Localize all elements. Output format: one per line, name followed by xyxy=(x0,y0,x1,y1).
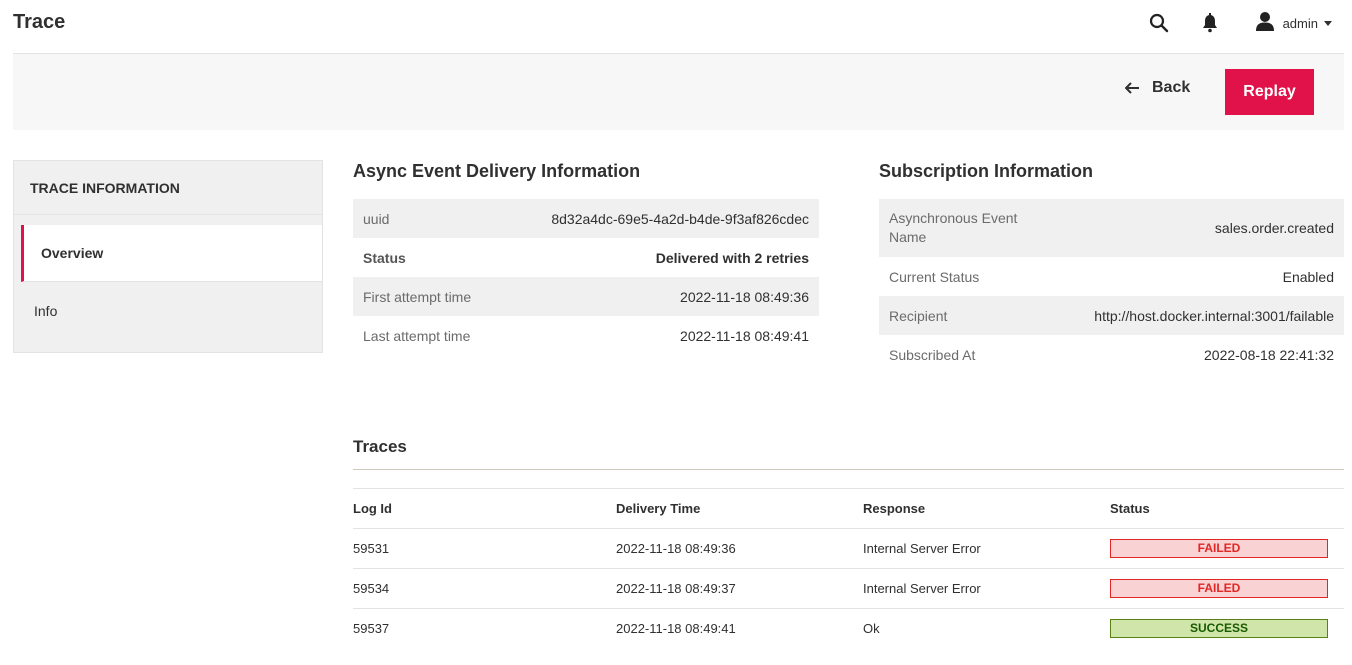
info-value: Enabled xyxy=(1282,268,1334,285)
chevron-down-icon xyxy=(1324,20,1332,26)
status-badge: SUCCESS xyxy=(1110,619,1328,639)
replay-button[interactable]: Replay xyxy=(1225,69,1314,115)
info-value: 8d32a4dc-69e5-4a2d-b4de-9f3af826cdec xyxy=(551,210,809,227)
back-button-label: Back xyxy=(1152,79,1191,96)
column-header-status[interactable]: Status xyxy=(1110,488,1344,529)
info-row-uuid: uuid 8d32a4dc-69e5-4a2d-b4de-9f3af826cde… xyxy=(353,199,819,238)
info-row-subscribed-at: Subscribed At 2022-08-18 22:41:32 xyxy=(879,335,1344,374)
info-row-first-attempt: First attempt time 2022-11-18 08:49:36 xyxy=(353,277,819,316)
delivery-time-cell: 2022-11-18 08:49:36 xyxy=(616,528,863,569)
sidebar-item-info[interactable]: Info xyxy=(14,282,322,352)
delivery-info-table: uuid 8d32a4dc-69e5-4a2d-b4de-9f3af826cde… xyxy=(353,199,819,355)
table-row[interactable]: 59531 2022-11-18 08:49:36 Internal Serve… xyxy=(353,528,1344,569)
subscription-info-table: Asynchronous Event Name sales.order.crea… xyxy=(879,199,1344,374)
status-cell: FAILED xyxy=(1110,568,1344,609)
back-button[interactable]: Back xyxy=(1125,79,1190,97)
info-row-status: Status Delivered with 2 retries xyxy=(353,238,819,277)
search-icon[interactable] xyxy=(1148,12,1170,34)
info-row-last-attempt: Last attempt time 2022-11-18 08:49:41 xyxy=(353,316,819,355)
sidebar-item-overview[interactable]: Overview xyxy=(21,225,322,282)
bell-icon[interactable] xyxy=(1199,12,1221,34)
column-header-delivery-time[interactable]: Delivery Time xyxy=(616,488,863,529)
sidebar: TRACE INFORMATION Overview Info xyxy=(13,160,323,353)
user-name: admin xyxy=(1282,15,1318,31)
log-id-cell: 59531 xyxy=(353,528,616,569)
subscription-info-title: Subscription Information xyxy=(879,161,1093,181)
log-id-cell: 59534 xyxy=(353,568,616,609)
info-label: Subscribed At xyxy=(889,346,976,363)
info-row-current-status: Current Status Enabled xyxy=(879,257,1344,296)
column-header-log-id[interactable]: Log Id xyxy=(353,488,616,529)
info-value: 2022-08-18 22:41:32 xyxy=(1204,346,1334,363)
user-menu[interactable]: admin xyxy=(1255,11,1332,36)
delivery-info-title: Async Event Delivery Information xyxy=(353,161,641,181)
response-cell: Internal Server Error xyxy=(863,528,1110,569)
page-actions-bar: Back Replay xyxy=(13,54,1344,130)
sidebar-spacer xyxy=(14,215,322,225)
info-row-recipient: Recipient http://host.docker.internal:30… xyxy=(879,296,1344,335)
user-icon xyxy=(1255,11,1275,36)
header-actions: admin xyxy=(1148,10,1332,36)
page-header: Trace admin xyxy=(13,0,1344,54)
table-row[interactable]: 59537 2022-11-18 08:49:41 Ok SUCCESS xyxy=(353,609,1344,649)
status-cell: FAILED xyxy=(1110,528,1344,569)
traces-divider xyxy=(353,469,1344,470)
log-id-cell: 59537 xyxy=(353,621,390,637)
arrow-left-icon xyxy=(1125,82,1139,94)
info-label: Asynchronous Event Name xyxy=(889,210,1018,245)
info-row-event-name: Asynchronous Event Name sales.order.crea… xyxy=(879,199,1344,257)
info-value: sales.order.created xyxy=(1214,220,1334,236)
delivery-time-cell: 2022-11-18 08:49:37 xyxy=(616,568,863,609)
delivery-time-cell: 2022-11-18 08:49:41 xyxy=(616,621,736,637)
info-label: First attempt time xyxy=(363,288,472,305)
info-value: http://host.docker.internal:3001/failabl… xyxy=(1094,307,1334,324)
info-label: Last attempt time xyxy=(363,327,471,344)
traces-title: Traces xyxy=(353,437,407,456)
info-value: 2022-11-18 08:49:36 xyxy=(680,288,809,305)
status-cell: SUCCESS xyxy=(1110,609,1344,649)
traces-header-row: Log Id Delivery Time Response Status xyxy=(353,488,1344,529)
status-badge: FAILED xyxy=(1110,539,1328,558)
sidebar-title: TRACE INFORMATION xyxy=(14,161,322,215)
info-label: Status xyxy=(363,249,406,266)
table-row[interactable]: 59534 2022-11-18 08:49:37 Internal Serve… xyxy=(353,568,1344,609)
info-value: Delivered with 2 retries xyxy=(655,249,809,266)
info-label: uuid xyxy=(363,210,390,227)
info-value: 2022-11-18 08:49:41 xyxy=(680,327,809,344)
page-title: Trace xyxy=(13,11,66,33)
traces-table: Log Id Delivery Time Response Status 595… xyxy=(353,488,1344,649)
info-label: Current Status xyxy=(889,268,980,285)
column-header-response[interactable]: Response xyxy=(863,488,1110,529)
status-badge: FAILED xyxy=(1110,579,1328,598)
response-cell: Internal Server Error xyxy=(863,568,1110,609)
response-cell: Ok xyxy=(863,621,880,637)
info-label: Recipient xyxy=(889,307,948,324)
